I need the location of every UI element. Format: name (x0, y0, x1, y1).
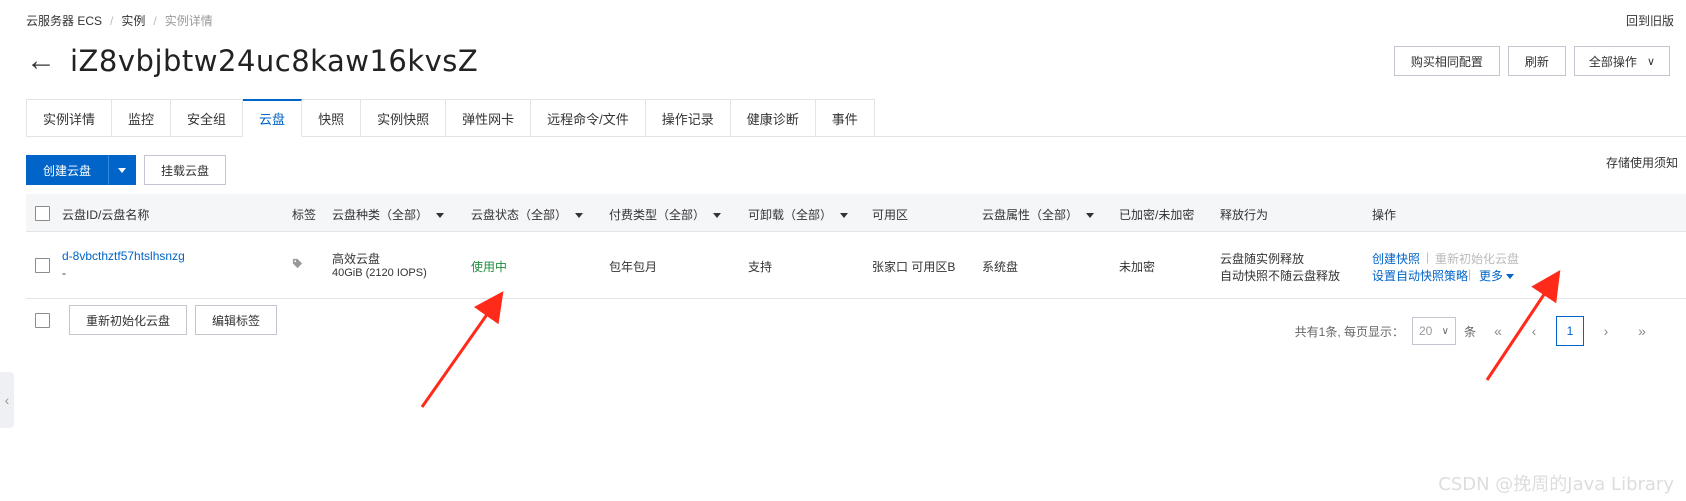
tab-health-diagnosis[interactable]: 健康诊断 (730, 99, 816, 137)
page-number-current[interactable]: 1 (1556, 316, 1584, 346)
release-behavior-2: 自动快照不随云盘释放 (1220, 269, 1341, 283)
next-page-icon[interactable]: › (1592, 316, 1620, 346)
breadcrumb-instances[interactable]: 实例 (121, 12, 145, 29)
op-divider: | (1468, 267, 1472, 281)
header-attribute: 云盘属性（全部） (982, 208, 1079, 222)
row-checkbox[interactable] (35, 258, 50, 273)
refresh-button[interactable]: 刷新 (1507, 46, 1566, 76)
watermark: CSDN @挽周的Java Library (1438, 474, 1674, 495)
page-size-select[interactable]: 20 ∨ (1411, 317, 1456, 345)
header-disk-status: 云盘状态（全部） (471, 208, 568, 222)
tab-eni[interactable]: 弹性网卡 (446, 99, 532, 137)
header-encrypted: 已加密/未加密 (1119, 208, 1195, 222)
disk-id-link[interactable]: d-8vbcthztf57htslhsnzg (62, 249, 185, 263)
prev-page-icon[interactable]: ‹ (1520, 316, 1548, 346)
page-size-unit: 条 (1463, 324, 1476, 339)
back-arrow-icon[interactable]: ← (26, 46, 56, 76)
caret-down-icon (436, 213, 445, 219)
zone: 张家口 可用区B (872, 260, 956, 274)
storage-notice-link[interactable]: 存储使用须知 (1606, 154, 1678, 171)
more-label: 更多 (1479, 269, 1504, 283)
create-disk-menu-button[interactable] (108, 155, 137, 185)
breadcrumb-separator: / (110, 13, 114, 28)
header-detachable: 可卸载（全部） (748, 208, 833, 222)
tab-monitoring[interactable]: 监控 (112, 99, 172, 137)
header-actions: 购买相同配置 刷新 全部操作 ∨ (1393, 46, 1670, 76)
reinit-disk-link[interactable]: 重新初始化云盘 (1435, 250, 1519, 267)
disk-status: 使用中 (471, 260, 508, 274)
edit-tags-button[interactable]: 编辑标签 (195, 305, 278, 335)
header-tag: 标签 (292, 208, 317, 222)
mount-disk-button[interactable]: 挂载云盘 (144, 155, 227, 185)
disk-type: 高效云盘 (332, 252, 381, 266)
header-zone: 可用区 (872, 208, 909, 222)
page-header: ← iZ8vbjbtw24uc8kaw16kvsZ (26, 44, 478, 78)
release-behavior-1: 云盘随实例释放 (1220, 252, 1305, 266)
batch-reinit-disk-button[interactable]: 重新初始化云盘 (69, 305, 188, 335)
breadcrumb-current: 实例详情 (164, 14, 213, 28)
header-detachable-filter[interactable]: 可卸载（全部） (748, 206, 849, 223)
chevron-down-icon: ∨ (1441, 325, 1449, 337)
op-divider: | (1426, 250, 1430, 264)
disk-spec: 40GiB (2120 IOPS) (332, 267, 427, 279)
chevron-down-icon: ∨ (1646, 55, 1655, 68)
create-snapshot-link[interactable]: 创建快照 (1372, 250, 1420, 267)
tab-security-groups[interactable]: 安全组 (171, 99, 244, 137)
header-billing: 付费类型（全部） (609, 208, 706, 222)
page-title: iZ8vbjbtw24uc8kaw16kvsZ (70, 44, 479, 78)
billing-type: 包年包月 (609, 260, 658, 274)
caret-down-icon (1506, 274, 1515, 280)
side-collapse-handle[interactable]: ‹ (0, 372, 14, 428)
header-billing-filter[interactable]: 付费类型（全部） (609, 206, 722, 223)
header-operations: 操作 (1372, 208, 1397, 222)
header-id-name: 云盘ID/云盘名称 (62, 208, 150, 222)
auto-snapshot-policy-link[interactable]: 设置自动快照策略 (1372, 267, 1468, 284)
tab-events[interactable]: 事件 (815, 99, 875, 137)
detachable: 支持 (748, 260, 773, 274)
header-disk-type-filter[interactable]: 云盘种类（全部） (332, 206, 445, 223)
tab-disks[interactable]: 云盘 (243, 99, 303, 137)
last-page-icon[interactable]: » (1628, 316, 1656, 346)
caret-down-icon (840, 213, 849, 219)
more-operations-dropdown[interactable]: 更多 (1479, 267, 1515, 284)
header-attribute-filter[interactable]: 云盘属性（全部） (982, 206, 1095, 223)
table-row: d-8vbcthztf57htslhsnzg - 高效云盘 40GiB (212… (26, 232, 1686, 299)
caret-down-icon (575, 213, 584, 219)
back-to-old-version-link[interactable]: 回到旧版 (1626, 12, 1686, 29)
encryption: 未加密 (1119, 260, 1156, 274)
header-release: 释放行为 (1220, 208, 1269, 222)
caret-down-icon (1086, 213, 1095, 219)
first-page-icon[interactable]: « (1484, 316, 1512, 346)
tab-instance-snapshots[interactable]: 实例快照 (361, 99, 447, 137)
tag-icon[interactable] (292, 258, 303, 272)
breadcrumb-ecs[interactable]: 云服务器 ECS (26, 12, 102, 29)
caret-down-icon (713, 213, 722, 219)
instance-tabs: 实例详情 监控 安全组 云盘 快照 实例快照 弹性网卡 远程命令/文件 操作记录… (26, 99, 1686, 137)
all-operations-label: 全部操作 (1588, 54, 1637, 69)
breadcrumb: 云服务器 ECS / 实例 / 实例详情 (26, 12, 213, 29)
disk-attribute: 系统盘 (982, 260, 1019, 274)
caret-down-icon (118, 167, 127, 173)
pagination-summary: 共有1条, 每页显示： (1294, 324, 1404, 339)
disk-name: - (62, 266, 66, 280)
footer-select-all-checkbox[interactable] (35, 312, 50, 328)
page-size-value: 20 (1418, 324, 1433, 338)
select-all-checkbox[interactable] (35, 206, 50, 221)
create-disk-split-button: 创建云盘 (26, 155, 137, 185)
tab-operation-logs[interactable]: 操作记录 (645, 99, 731, 137)
tab-remote-commands[interactable]: 远程命令/文件 (531, 99, 646, 137)
buy-same-config-button[interactable]: 购买相同配置 (1393, 46, 1500, 76)
disk-table: 云盘ID/云盘名称 标签 云盘种类（全部） 云盘状态（全部） 付费类型（全部） … (26, 194, 1686, 299)
all-operations-dropdown[interactable]: 全部操作 ∨ (1573, 46, 1670, 76)
tab-instance-details[interactable]: 实例详情 (26, 99, 113, 137)
header-disk-status-filter[interactable]: 云盘状态（全部） (471, 206, 584, 223)
disk-toolbar: 创建云盘 挂载云盘 (26, 155, 227, 185)
breadcrumb-separator: / (153, 13, 157, 28)
create-disk-button[interactable]: 创建云盘 (26, 155, 109, 185)
table-header: 云盘ID/云盘名称 标签 云盘种类（全部） 云盘状态（全部） 付费类型（全部） … (26, 194, 1686, 232)
tab-snapshots[interactable]: 快照 (302, 99, 362, 137)
pagination: 共有1条, 每页显示： 20 ∨ 条 « ‹ 1 › » (1295, 316, 1656, 346)
header-disk-type: 云盘种类（全部） (332, 208, 429, 222)
